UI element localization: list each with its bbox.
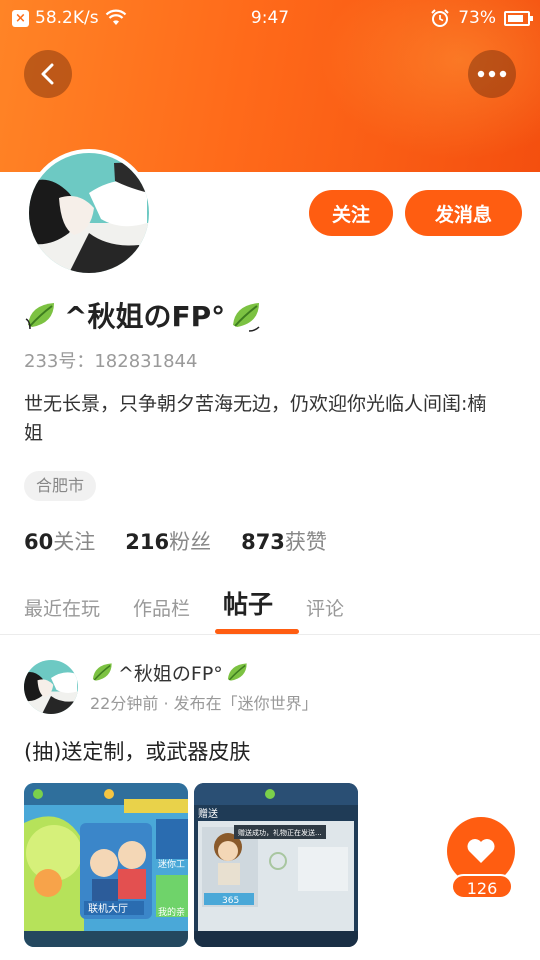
stat-label: 粉丝 <box>169 530 212 554</box>
leaf-icon <box>92 663 112 681</box>
leaf-icon <box>233 303 260 332</box>
nickname: ^秋姐のFP° <box>64 300 226 333</box>
stat-following[interactable]: 60关注 <box>24 526 95 556</box>
divider <box>0 634 540 635</box>
image-title: 赠送 <box>198 807 218 820</box>
more-dots-icon <box>477 70 507 78</box>
image-caption: 联机大厅 <box>88 902 128 915</box>
battery-icon <box>504 10 533 26</box>
bio-text: 世无长景，只争朝夕苦海无边，仍欢迎你光临人间闺:楠姐 <box>24 393 487 444</box>
location-tag: 合肥市 <box>24 471 97 501</box>
image-caption: 我的亲 <box>158 906 185 918</box>
battery-percent: 73% <box>458 8 496 28</box>
alarm-icon <box>431 9 449 27</box>
post-text[interactable]: (抽)送定制，或武器皮肤 <box>24 736 250 766</box>
stat-count: 873 <box>241 530 285 554</box>
stats-row: 60关注 216粉丝 873获赞 <box>24 526 327 556</box>
profile-page: × 58.2K/s 9:47 73% 关注 发消息 ^秋姐のFP° 233号：1… <box>0 0 540 960</box>
tab-recent-played[interactable]: 最近在玩 <box>24 594 100 621</box>
stat-likes[interactable]: 873获赞 <box>241 526 327 556</box>
tab-works[interactable]: 作品栏 <box>133 594 190 621</box>
like-count: 126 <box>451 874 513 899</box>
game-screenshot: 联机大厅 迷你工 我的亲 <box>24 783 188 947</box>
post-image-2[interactable]: 赠送 365 赠送成功，礼物正在发送... <box>194 783 358 947</box>
stat-label: 关注 <box>53 530 96 554</box>
post-meta: 22分钟前 · 发布在「迷你世界」 <box>90 694 318 713</box>
follow-button[interactable]: 关注 <box>309 190 393 236</box>
tab-comments[interactable]: 评论 <box>306 594 344 621</box>
user-id: 233号：182831844 <box>24 351 198 372</box>
image-toast: 赠送成功，礼物正在发送... <box>238 828 322 837</box>
stat-count: 216 <box>125 530 170 554</box>
status-bar: × 58.2K/s 9:47 73% <box>0 0 540 38</box>
nickname-row: ^秋姐のFP° <box>24 294 265 336</box>
post-author-row[interactable]: ^秋姐のFP° <box>90 658 251 686</box>
game-screenshot: 赠送 365 赠送成功，礼物正在发送... <box>194 783 358 947</box>
chevron-left-icon <box>41 63 54 85</box>
heart-icon <box>467 839 495 863</box>
image-caption: 迷你工 <box>158 858 185 870</box>
stat-count: 60 <box>24 530 54 554</box>
avatar-illustration <box>29 153 149 273</box>
leaf-icon <box>227 663 247 681</box>
send-message-button[interactable]: 发消息 <box>405 190 522 236</box>
profile-tabs: 最近在玩 作品栏 帖子 评论 <box>24 585 377 621</box>
status-right: 73% <box>430 8 533 28</box>
post-author-avatar[interactable] <box>24 660 78 714</box>
more-options-button[interactable] <box>468 50 516 98</box>
avatar-illustration <box>24 660 78 714</box>
post-author-name: ^秋姐のFP° <box>118 662 223 685</box>
leaf-icon <box>25 303 54 330</box>
back-button[interactable] <box>24 50 72 98</box>
stat-label: 获赞 <box>284 530 327 554</box>
profile-avatar[interactable] <box>25 149 153 277</box>
post-image-1[interactable]: 联机大厅 迷你工 我的亲 <box>24 783 188 947</box>
stat-followers[interactable]: 216粉丝 <box>125 526 211 556</box>
tab-posts[interactable]: 帖子 <box>223 585 273 621</box>
image-price: 365 <box>222 896 239 906</box>
